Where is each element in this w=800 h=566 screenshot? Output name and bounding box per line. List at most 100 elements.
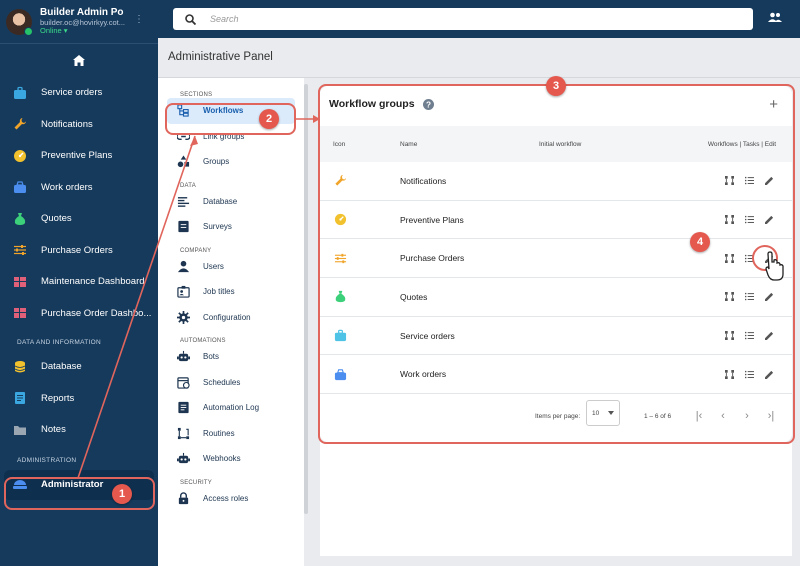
sidebar-item-notifications[interactable]: Notifications: [0, 109, 158, 141]
section-heading-company: COMPANY: [180, 247, 212, 254]
schedules-icon: [176, 375, 190, 389]
section-item-access-roles[interactable]: Access roles: [158, 486, 304, 512]
section-heading-sections: SECTIONS: [180, 92, 213, 98]
sidebar-item-label: Service orders: [41, 87, 103, 99]
section-item-automation-log[interactable]: Automation Log: [158, 395, 304, 421]
section-item-database[interactable]: Database: [158, 189, 304, 215]
section-heading-automations: AUTOMATIONS: [180, 338, 226, 344]
section-item-schedules[interactable]: Schedules: [158, 370, 304, 396]
routines-icon: [176, 426, 190, 440]
section-item-label: Automation Log: [203, 403, 260, 413]
sidebar-section-admin: ADMINISTRATION: [17, 457, 77, 464]
more-icon[interactable]: ⋮: [134, 14, 144, 25]
content-background: [320, 442, 792, 556]
sidebar-item-label: Reports: [41, 392, 75, 404]
sidebar-item-database[interactable]: Database: [0, 351, 158, 383]
callout-1: 1: [112, 484, 132, 504]
money-bag-icon: [12, 211, 28, 227]
section-item-label: Webhooks: [203, 454, 241, 464]
section-item-users[interactable]: Users: [158, 254, 304, 280]
sidebar-item-purchase-orders[interactable]: Purchase Orders: [0, 235, 158, 267]
sidebar-item-label: Quotes: [41, 213, 72, 225]
home-icon: [73, 55, 85, 66]
section-item-routines[interactable]: Routines: [158, 421, 304, 447]
sections-scrollbar[interactable]: [304, 84, 308, 514]
profile-status[interactable]: Online ▾: [40, 26, 125, 36]
section-item-webhooks[interactable]: Webhooks: [158, 446, 304, 472]
page-title: Administrative Panel: [168, 51, 273, 63]
page-header: Administrative Panel: [158, 38, 800, 78]
search-input[interactable]: Search: [210, 14, 239, 24]
section-item-label: Groups: [203, 157, 230, 167]
people-icon[interactable]: [768, 12, 782, 22]
section-item-label: Schedules: [203, 377, 241, 387]
online-dot: [24, 26, 33, 36]
section-item-label: Users: [203, 261, 224, 271]
home-button[interactable]: [0, 44, 158, 77]
section-heading-security: SECURITY: [180, 479, 212, 486]
sections-panel: SECTIONS Workflows Link groups Groups DATA Da…: [158, 78, 304, 566]
sidebar-item-label: Notifications: [41, 118, 93, 130]
sidebar-item-label: Database: [41, 361, 82, 373]
sidebar-item-label: Purchase Order Dashbo...: [41, 307, 152, 319]
folder-icon: [12, 422, 28, 438]
briefcase-icon: [12, 85, 28, 101]
database-icon: [12, 359, 28, 375]
section-item-groups[interactable]: Groups: [158, 149, 304, 175]
section-item-job-titles[interactable]: Job titles: [158, 279, 304, 305]
sidebar-item-reports[interactable]: Reports: [0, 383, 158, 415]
callout-3: 3: [546, 76, 566, 96]
section-item-label: Access roles: [203, 493, 249, 503]
section-item-surveys[interactable]: Surveys: [158, 214, 304, 240]
sidebar-item-preventive-plans[interactable]: Preventive Plans: [0, 140, 158, 172]
callout-4: 4: [690, 232, 710, 252]
automation-log-icon: [176, 401, 190, 415]
profile-name: Builder Admin Po: [40, 7, 124, 19]
access-roles-icon: [176, 491, 190, 505]
avatar: [6, 8, 33, 36]
sidebar-item-quotes[interactable]: Quotes: [0, 203, 158, 235]
section-item-configuration[interactable]: Configuration: [158, 305, 304, 331]
profile-header[interactable]: Builder Admin Po builder.oc@hovirkyy.cot…: [0, 0, 158, 44]
sidebar-item-label: Notes: [41, 424, 66, 436]
sidebar-item-label: Work orders: [41, 181, 93, 193]
search-field[interactable]: Search: [173, 8, 753, 30]
dashboard-icon: [12, 305, 28, 321]
sidebar-item-service-orders[interactable]: Service orders: [0, 77, 158, 109]
sidebar-item-notes[interactable]: Notes: [0, 414, 158, 446]
section-item-label: Configuration: [203, 312, 251, 322]
job-titles-icon: [176, 285, 190, 299]
highlight-administrator: [4, 477, 155, 510]
gauge-icon: [12, 148, 28, 164]
bots-icon: [176, 350, 190, 364]
webhooks-icon: [176, 452, 190, 466]
sidebar-item-work-orders[interactable]: Work orders: [0, 172, 158, 204]
sidebar-section-data: DATA AND INFORMATION: [17, 338, 102, 346]
report-icon: [12, 390, 28, 406]
highlight-card: [318, 84, 795, 444]
search-icon: [185, 13, 196, 25]
dashboard-icon: [12, 274, 28, 290]
section-item-label: Bots: [203, 352, 220, 362]
section-item-bots[interactable]: Bots: [158, 344, 304, 370]
section-item-label: Surveys: [203, 222, 232, 232]
section-item-label: Routines: [203, 428, 235, 438]
section-item-label: Database: [203, 196, 238, 206]
top-bar: Search: [158, 0, 800, 38]
sliders-icon: [12, 242, 28, 258]
sidebar-item-label: Preventive Plans: [41, 150, 113, 162]
section-heading-data: DATA: [180, 182, 196, 189]
sidebar-item-maintenance-dashboard[interactable]: Maintenance Dashboard: [0, 266, 158, 298]
sidebar-item-label: Purchase Orders: [41, 244, 113, 256]
highlight-edit: [752, 245, 778, 271]
sidebar-item-label: Maintenance Dashboard: [41, 276, 145, 288]
section-item-label: Job titles: [203, 287, 235, 297]
database-icon: [176, 194, 190, 208]
toolbox-icon: [12, 179, 28, 195]
callout-2: 2: [259, 109, 279, 129]
sidebar-item-purchase-order-dashbo[interactable]: Purchase Order Dashbo...: [0, 298, 158, 330]
users-icon: [176, 259, 190, 273]
groups-icon: [176, 155, 190, 169]
configuration-icon: [176, 310, 190, 324]
wrench-icon: [12, 116, 28, 132]
